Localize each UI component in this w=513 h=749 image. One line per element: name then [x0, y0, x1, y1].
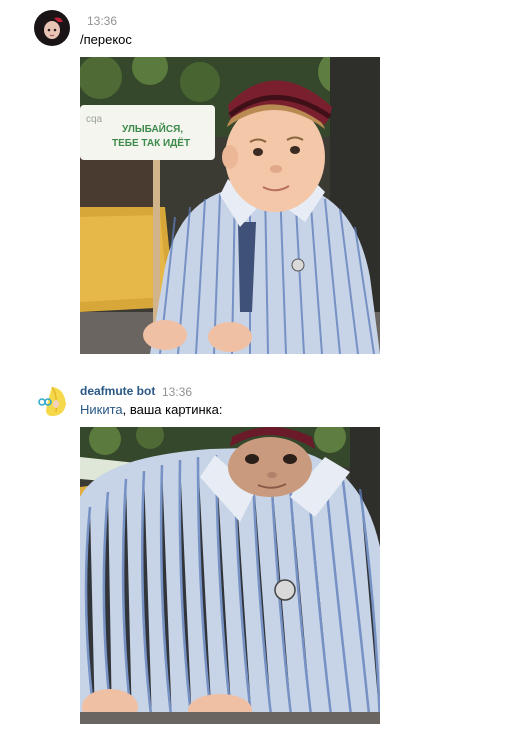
message-1: 13:36 /перекос cqa УЛЫБАЙСЯ, ТЕБЕ ТАК ИД… — [0, 0, 513, 360]
sign-logo: cqa — [86, 114, 103, 125]
photo-attachment-skewed[interactable] — [80, 427, 380, 724]
sign-line-2: ТЕБЕ ТАК ИДЁТ — [112, 136, 190, 149]
user-avatar[interactable] — [34, 10, 70, 46]
message-text-rest: , ваша картинка: — [122, 402, 223, 417]
message-time: 13:36 — [87, 14, 118, 28]
message-time: 13:36 — [162, 385, 193, 399]
bot-avatar-icon — [34, 382, 70, 418]
sign-line-1: УЛЫБАЙСЯ, — [122, 122, 183, 135]
distorted-boy-photo-image — [80, 427, 380, 724]
user-avatar-icon — [34, 10, 70, 46]
user-mention-link[interactable]: Никита — [80, 402, 123, 417]
boy-photo-image: cqa УЛЫБАЙСЯ, ТЕБЕ ТАК ИДЁТ — [80, 57, 380, 354]
photo-attachment-original[interactable]: cqa УЛЫБАЙСЯ, ТЕБЕ ТАК ИДЁТ — [80, 57, 380, 354]
message-2: deafmute bot 13:36 Никита, ваша картинка… — [0, 370, 513, 749]
message-text: /перекос — [80, 32, 132, 47]
message-text: Никита, ваша картинка: — [80, 402, 222, 417]
message-author[interactable]: deafmute bot — [80, 384, 155, 398]
bot-avatar[interactable] — [34, 382, 70, 418]
